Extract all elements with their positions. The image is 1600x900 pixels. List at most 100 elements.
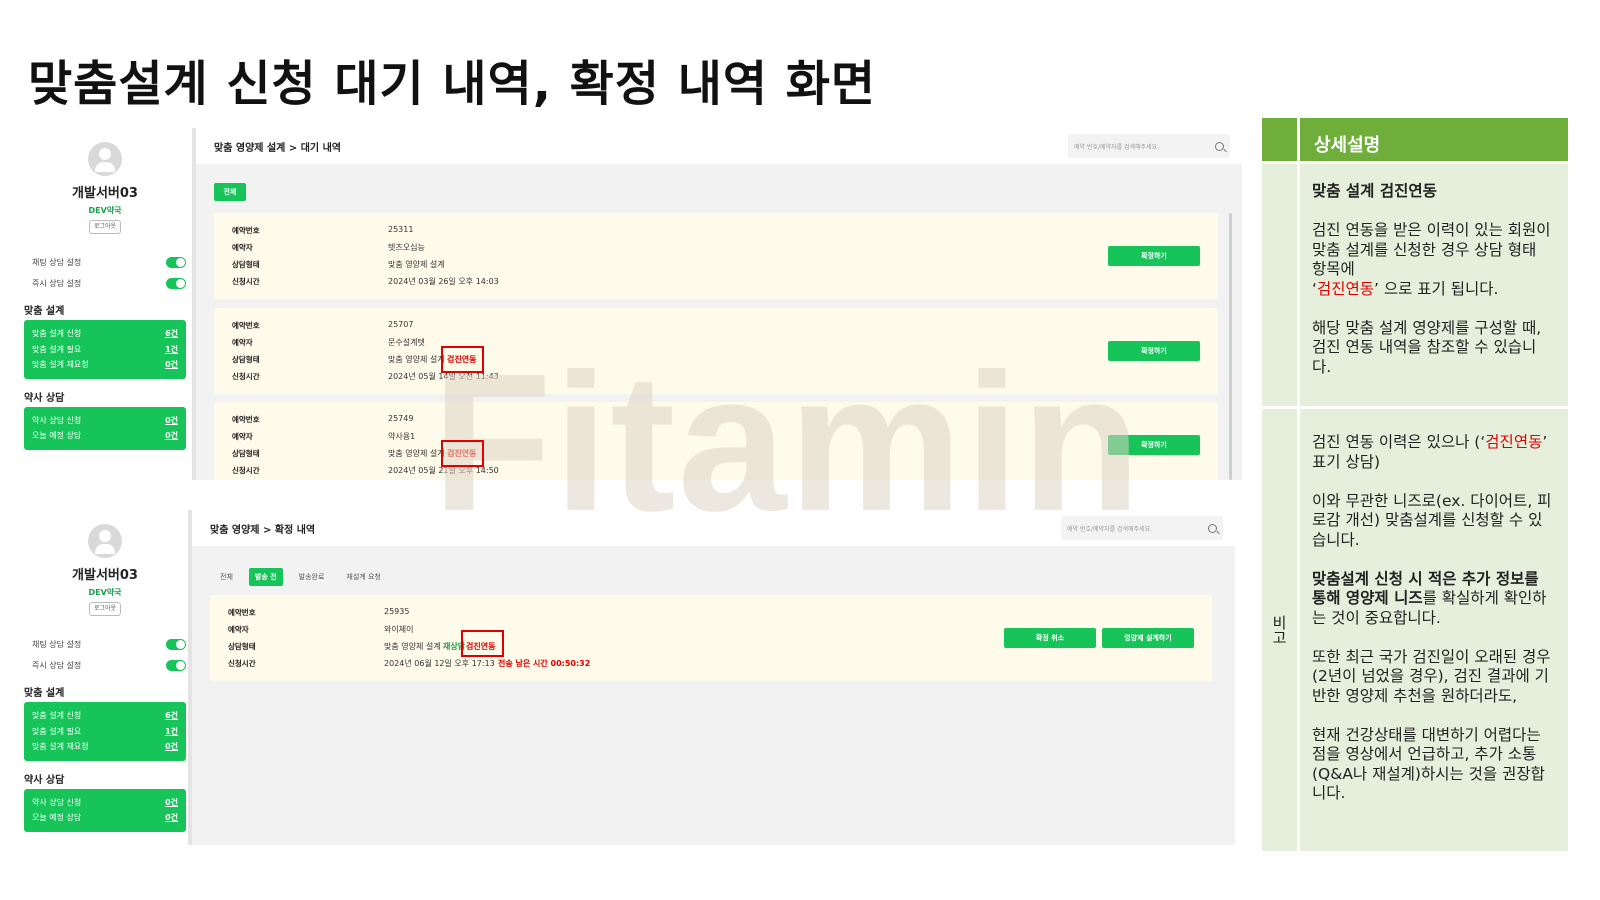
- summary-row[interactable]: 약사 상담 신청 0건: [32, 413, 178, 429]
- summary-count[interactable]: 0건: [165, 739, 178, 755]
- pharmacy-name: DEV약국: [88, 588, 122, 597]
- summary-row[interactable]: 맞춤 설계 신청 6건: [32, 708, 178, 724]
- summary-count[interactable]: 0건: [165, 428, 178, 444]
- label-name: 예약자: [232, 243, 253, 252]
- design-summary-box: 맞춤 설계 신청 6건 맞춤 설계 필요 1건 맞춤 설계 재요청 0건: [24, 320, 186, 379]
- user-name: 개발서버03: [72, 568, 138, 583]
- summary-label: 맞춤 설계 필요: [32, 344, 82, 354]
- label-name: 예약자: [232, 432, 253, 441]
- summary-row[interactable]: 오늘 예정 상담 0건: [32, 810, 178, 826]
- avatar: [88, 142, 122, 176]
- summary-row[interactable]: 오늘 예정 상담 0건: [32, 428, 178, 444]
- summary-label: 약사 상담 신청: [32, 797, 82, 807]
- search-icon[interactable]: [1215, 141, 1224, 151]
- paragraph: 해당 맞춤 설계 영양제를 구성할 때, 검진 연동 내역을 참조할 수 있습니…: [1312, 318, 1542, 376]
- scrollbar[interactable]: [1229, 213, 1232, 480]
- label-time: 신청시간: [228, 659, 256, 668]
- status-tabs: 전체 발송 전 발송완료 재설계 요청: [214, 568, 387, 586]
- reserver-name: 문수설계텟: [388, 338, 425, 347]
- chat-consult-toggle[interactable]: [166, 639, 186, 650]
- avatar: [88, 524, 122, 558]
- summary-row[interactable]: 맞춤 설계 필요 1건: [32, 724, 178, 740]
- toggle-label: 채팅 상담 설정: [32, 640, 82, 649]
- panel-row-content: 맞춤 설계 검진연동 검진 연동을 받은 이력이 있는 회원이 맞춤 설계를 신…: [1297, 164, 1568, 406]
- summary-label: 맞춤 설계 신청: [32, 329, 82, 338]
- toggle-label: 즉시 상담 설정: [32, 279, 82, 288]
- highlight-box: [441, 440, 484, 467]
- panel-row-content: 검진 연동 이력은 있으나 (‘검진연동’ 표기 상담) 이와 무관한 니즈로(…: [1297, 409, 1568, 851]
- chat-consult-setting: 채팅 상담 설정: [20, 634, 190, 655]
- tab-all[interactable]: 전체: [214, 568, 239, 586]
- toggle-label: 채팅 상담 설정: [32, 258, 82, 267]
- summary-count[interactable]: 1건: [165, 342, 178, 358]
- consult-summary-box: 약사 상담 신청 0건 오늘 예정 상담 0건: [24, 406, 186, 450]
- instant-consult-setting: 즉시 상담 설정: [20, 655, 190, 676]
- logout-button[interactable]: 로그아웃: [89, 220, 121, 234]
- pending-card: 예약번호 예약자 상담형태 신청시간 25311 텟츠오십능 맞춤 영양제 설계…: [214, 213, 1218, 299]
- summary-row[interactable]: 약사 상담 신청 0건: [32, 795, 178, 811]
- consult-type: 맞춤 영양제 설계: [388, 355, 445, 364]
- consult-type: 맞춤 영양제 설계: [384, 642, 441, 651]
- pending-main: 맞춤 영양제 설계 > 대기 내역 예약 번호/예약자를 검색해주세요. 전체 …: [192, 128, 1242, 480]
- instant-consult-toggle[interactable]: [166, 278, 186, 289]
- label-time: 신청시간: [232, 372, 260, 381]
- summary-count[interactable]: 0건: [165, 413, 178, 429]
- summary-count[interactable]: 0건: [165, 795, 178, 811]
- tab-sent[interactable]: 발송완료: [293, 568, 331, 586]
- design-supplement-button[interactable]: 영양제 설계하기: [1102, 628, 1194, 648]
- top-bar: 맞춤 영양제 > 확정 내역 예약 번호/예약자를 검색해주세요.: [192, 510, 1235, 546]
- label-id: 예약번호: [228, 608, 256, 617]
- label-id: 예약번호: [232, 415, 260, 424]
- summary-row[interactable]: 맞춤 설계 재요청 0건: [32, 357, 178, 373]
- reservation-id: 25707: [388, 320, 414, 329]
- paragraph: 맞춤설계 신청 시 적은 추가 정보를 통해 영양제 니즈를 확실하게 확인하는…: [1312, 570, 1554, 629]
- section-heading: 맞춤 설계 검진연동: [1312, 182, 1437, 200]
- label-id: 예약번호: [232, 226, 260, 235]
- summary-row[interactable]: 맞춤 설계 신청 6건: [32, 326, 178, 342]
- search-input[interactable]: 예약 번호/예약자를 검색해주세요.: [1068, 134, 1230, 158]
- search-icon[interactable]: [1208, 523, 1217, 533]
- logout-button[interactable]: 로그아웃: [89, 602, 121, 616]
- sidebar: 개발서버03 DEV약국 로그아웃 채팅 상담 설정 즉시 상담 설정 맞춤 설…: [20, 524, 190, 832]
- summary-count[interactable]: 6건: [165, 326, 178, 342]
- summary-label: 맞춤 설계 신청: [32, 711, 82, 720]
- summary-row[interactable]: 맞춤 설계 재요청 0건: [32, 739, 178, 755]
- instant-consult-toggle[interactable]: [166, 660, 186, 671]
- label-name: 예약자: [232, 338, 253, 347]
- confirmed-main: 맞춤 영양제 > 확정 내역 예약 번호/예약자를 검색해주세요. 전체 발송 …: [188, 510, 1235, 845]
- sidebar: 개발서버03 DEV약국 로그아웃 채팅 상담 설정 즉시 상담 설정 맞춤 설…: [20, 142, 190, 450]
- confirmed-screen: 개발서버03 DEV약국 로그아웃 채팅 상담 설정 즉시 상담 설정 맞춤 설…: [20, 510, 1235, 845]
- pending-screen: 개발서버03 DEV약국 로그아웃 채팅 상담 설정 즉시 상담 설정 맞춤 설…: [20, 128, 1242, 480]
- reservation-id: 25311: [388, 225, 414, 234]
- label-type: 상담형태: [232, 260, 260, 269]
- search-placeholder: 예약 번호/예약자를 검색해주세요.: [1067, 525, 1153, 533]
- highlight-text: 검진연동: [1485, 433, 1543, 451]
- chat-consult-toggle[interactable]: [166, 257, 186, 268]
- label-type: 상담형태: [228, 642, 256, 651]
- confirmed-card: 예약번호 예약자 상담형태 신청시간 25935 와이제이 맞춤 영양제 설계 …: [210, 595, 1212, 681]
- summary-count[interactable]: 1건: [165, 724, 178, 740]
- summary-row[interactable]: 맞춤 설계 필요 1건: [32, 342, 178, 358]
- panel-row-2: 비고 검진 연동 이력은 있으나 (‘검진연동’ 표기 상담) 이와 무관한 니…: [1262, 409, 1568, 851]
- paragraph: 현재 건강상태를 대변하기 어렵다는 점을 영상에서 언급하고, 추가 소통(Q…: [1312, 725, 1545, 803]
- summary-count[interactable]: 6건: [165, 708, 178, 724]
- tab-redesign-request[interactable]: 재설계 요청: [340, 568, 386, 586]
- tab-before-send[interactable]: 발송 전: [248, 568, 283, 586]
- paragraph-text: 검진 연동 이력은 있으나 (‘: [1312, 433, 1486, 451]
- summary-label: 오늘 예정 상담: [32, 431, 82, 440]
- summary-count[interactable]: 0건: [165, 357, 178, 373]
- request-time: 2024년 06월 12일 오후 17:13: [384, 659, 495, 668]
- confirm-button[interactable]: 확정하기: [1108, 435, 1200, 455]
- confirm-button[interactable]: 확정하기: [1108, 246, 1200, 266]
- confirm-button[interactable]: 확정하기: [1108, 341, 1200, 361]
- cancel-confirm-button[interactable]: 확정 취소: [1004, 628, 1096, 648]
- summary-label: 맞춤 설계 재요청: [32, 360, 89, 369]
- summary-label: 오늘 예정 상담: [32, 813, 82, 822]
- reserver-name: 와이제이: [384, 625, 414, 634]
- breadcrumb: 맞춤 영양제 > 확정 내역: [210, 524, 316, 536]
- breadcrumb: 맞춤 영양제 설계 > 대기 내역: [214, 142, 341, 154]
- summary-label: 맞춤 설계 재요청: [32, 742, 89, 751]
- search-input[interactable]: 예약 번호/예약자를 검색해주세요.: [1061, 516, 1223, 540]
- filter-all-button[interactable]: 전체: [214, 183, 246, 201]
- summary-count[interactable]: 0건: [165, 810, 178, 826]
